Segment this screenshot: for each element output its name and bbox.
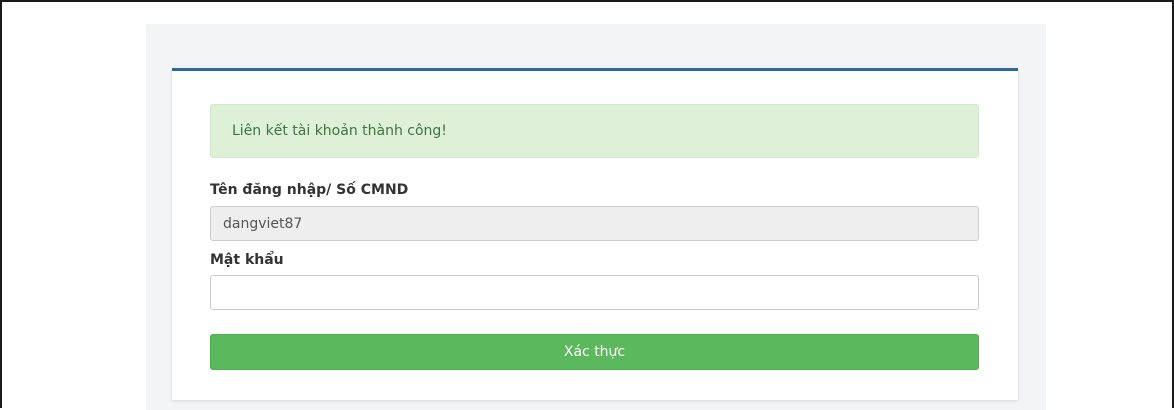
password-label: Mật khẩu: [210, 252, 284, 268]
page-background-panel: Liên kết tài khoản thành công! Tên đăng …: [146, 24, 1046, 410]
window-frame: Liên kết tài khoản thành công! Tên đăng …: [0, 0, 1174, 410]
username-field[interactable]: [210, 206, 979, 241]
password-field[interactable]: [210, 275, 979, 310]
username-label: Tên đăng nhập/ Số CMND: [210, 182, 409, 198]
success-alert-message: Liên kết tài khoản thành công!: [232, 123, 447, 139]
link-account-card: Liên kết tài khoản thành công! Tên đăng …: [172, 68, 1018, 400]
verify-button[interactable]: Xác thực: [210, 334, 979, 370]
success-alert: Liên kết tài khoản thành công!: [210, 104, 979, 158]
